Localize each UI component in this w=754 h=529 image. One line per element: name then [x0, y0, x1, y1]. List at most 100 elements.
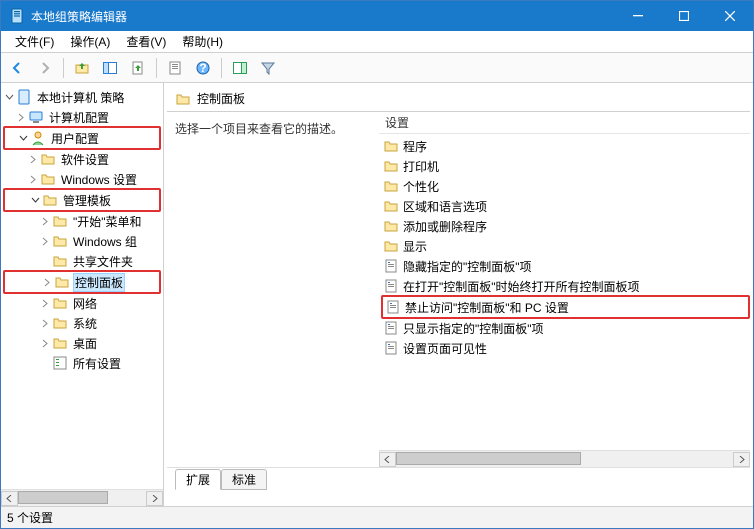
tree-node-system[interactable]: 系统: [3, 313, 161, 333]
folder-icon: [383, 218, 399, 234]
policy-item-icon: [383, 340, 399, 356]
expand-icon[interactable]: [27, 155, 39, 164]
tree-node-all-settings[interactable]: 所有设置: [3, 353, 161, 373]
export-button[interactable]: [126, 56, 150, 80]
scroll-left-button[interactable]: [1, 491, 18, 506]
expand-icon[interactable]: [39, 217, 51, 226]
folder-icon: [52, 315, 68, 331]
forward-button[interactable]: [33, 56, 57, 80]
details-pane: 控制面板 选择一个项目来查看它的描述。 设置 程序 打印机 个性化 区域和语言选…: [164, 83, 753, 489]
tree-node-software[interactable]: 软件设置: [3, 149, 161, 169]
tree-label: 控制面板: [73, 273, 125, 292]
highlight-box: 管理模板: [3, 188, 161, 212]
tree-label: Windows 设置: [59, 170, 139, 189]
expand-icon[interactable]: [39, 237, 51, 246]
collapse-icon[interactable]: [29, 196, 41, 205]
list-item[interactable]: 打印机: [381, 156, 750, 176]
tree-label: 所有设置: [71, 354, 123, 373]
scroll-track[interactable]: [18, 491, 146, 506]
tree-node-desktop[interactable]: 桌面: [3, 333, 161, 353]
list-item[interactable]: 设置页面可见性: [381, 338, 750, 358]
help-button[interactable]: ?: [191, 56, 215, 80]
tree-root[interactable]: 本地计算机 策略: [3, 87, 161, 107]
settings-items[interactable]: 程序 打印机 个性化 区域和语言选项 添加或删除程序 显示 隐藏指定的"控制面板…: [379, 134, 750, 450]
user-icon: [30, 130, 46, 146]
settings-list-icon: [52, 355, 68, 371]
toolbar-separator: [156, 58, 157, 78]
list-item[interactable]: 个性化: [381, 176, 750, 196]
tree-node-network[interactable]: 网络: [3, 293, 161, 313]
scroll-left-button[interactable]: [379, 452, 396, 467]
expand-icon[interactable]: [15, 113, 27, 122]
menu-action[interactable]: 操作(A): [62, 31, 118, 52]
folder-icon: [383, 238, 399, 254]
maximize-button[interactable]: [661, 1, 707, 31]
minimize-button[interactable]: [615, 1, 661, 31]
folder-icon: [383, 198, 399, 214]
tree-node-admin-templates[interactable]: 管理模板: [29, 190, 159, 210]
expand-icon[interactable]: [27, 175, 39, 184]
folder-icon: [175, 91, 191, 107]
settings-list: 设置 程序 打印机 个性化 区域和语言选项 添加或删除程序 显示 隐藏指定的"控…: [379, 112, 750, 467]
expand-icon[interactable]: [39, 339, 51, 348]
tab-extended[interactable]: 扩展: [175, 469, 221, 490]
item-label: 禁止访问"控制面板"和 PC 设置: [405, 299, 569, 316]
filter-button[interactable]: [256, 56, 280, 80]
policy-item-icon: [385, 299, 401, 315]
folder-icon: [40, 151, 56, 167]
scroll-right-button[interactable]: [733, 452, 750, 467]
properties-button[interactable]: [163, 56, 187, 80]
tree-node-shared-folders[interactable]: 共享文件夹: [3, 251, 161, 271]
menu-view[interactable]: 查看(V): [118, 31, 174, 52]
folder-icon: [52, 233, 68, 249]
scroll-track[interactable]: [396, 452, 733, 467]
list-item[interactable]: 只显示指定的"控制面板"项: [381, 318, 750, 338]
title-bar: 本地组策略编辑器: [1, 1, 753, 31]
tree-node-windows-components[interactable]: Windows 组: [3, 231, 161, 251]
list-item[interactable]: 在打开"控制面板"时始终打开所有控制面板项: [381, 276, 750, 296]
list-item[interactable]: 程序: [381, 136, 750, 156]
column-header-settings[interactable]: 设置: [379, 112, 750, 134]
tree-node-user-config[interactable]: 用户配置: [5, 128, 159, 148]
tree-node-start-menu[interactable]: "开始"菜单和: [3, 211, 161, 231]
item-label: 个性化: [403, 178, 439, 195]
list-item[interactable]: 区域和语言选项: [381, 196, 750, 216]
horizontal-scrollbar[interactable]: [379, 450, 750, 467]
list-item[interactable]: 禁止访问"控制面板"和 PC 设置: [383, 297, 748, 317]
details-body: 选择一个项目来查看它的描述。 设置 程序 打印机 个性化 区域和语言选项 添加或…: [164, 112, 753, 467]
tree-node-control-panel[interactable]: 控制面板: [39, 272, 159, 292]
expand-icon[interactable]: [39, 299, 51, 308]
tree-node-windows-settings[interactable]: Windows 设置: [3, 169, 161, 189]
show-hide-tree-button[interactable]: [98, 56, 122, 80]
expand-icon[interactable]: [39, 319, 51, 328]
nav-tree[interactable]: 本地计算机 策略 计算机配置 用户配置 软件设置 Windows 设置: [1, 83, 164, 489]
tree-label: 本地计算机 策略: [35, 88, 126, 107]
show-hide-action-pane-button[interactable]: [228, 56, 252, 80]
menu-help[interactable]: 帮助(H): [174, 31, 231, 52]
toolbar-separator: [63, 58, 64, 78]
list-item[interactable]: 隐藏指定的"控制面板"项: [381, 256, 750, 276]
scroll-right-button[interactable]: [146, 491, 163, 506]
tab-standard[interactable]: 标准: [221, 469, 267, 490]
scroll-thumb[interactable]: [396, 452, 581, 465]
scroll-thumb[interactable]: [18, 491, 108, 504]
collapse-icon[interactable]: [17, 134, 29, 143]
tree-label: Windows 组: [71, 232, 139, 251]
item-label: 程序: [403, 138, 427, 155]
list-item[interactable]: 添加或删除程序: [381, 216, 750, 236]
toolbar: ?: [1, 53, 753, 83]
tree-label: 网络: [71, 294, 99, 313]
tree-horizontal-scrollbar[interactable]: [1, 489, 163, 506]
folder-icon: [383, 158, 399, 174]
tree-label: "开始"菜单和: [71, 212, 144, 231]
list-item[interactable]: 显示: [381, 236, 750, 256]
tree-node-computer-config[interactable]: 计算机配置: [3, 107, 161, 127]
toolbar-separator: [221, 58, 222, 78]
menu-file[interactable]: 文件(F): [7, 31, 62, 52]
collapse-icon[interactable]: [3, 93, 15, 102]
expand-icon[interactable]: [41, 278, 53, 287]
close-button[interactable]: [707, 1, 753, 31]
up-button[interactable]: [70, 56, 94, 80]
folder-icon: [52, 213, 68, 229]
back-button[interactable]: [5, 56, 29, 80]
